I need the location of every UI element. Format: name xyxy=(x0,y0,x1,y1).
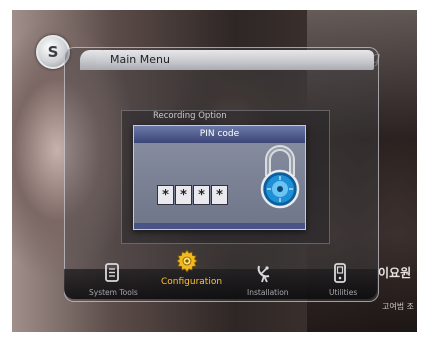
menu-item-installation[interactable]: Installation xyxy=(247,288,289,297)
menu-item-configuration[interactable]: Configuration xyxy=(161,277,222,287)
pin-digit-3[interactable]: * xyxy=(193,185,210,205)
phone-card-icon[interactable] xyxy=(333,263,347,283)
pin-dialog-footer xyxy=(134,223,305,229)
pin-digit-1[interactable]: * xyxy=(157,185,174,205)
background-caption-small: 고여범 조 xyxy=(382,302,414,311)
submenu-label-recording-option[interactable]: Recording Option xyxy=(153,111,227,121)
menu-item-utilities[interactable]: Utilities xyxy=(329,288,357,297)
background-caption: 이요원 xyxy=(378,266,412,280)
padlock-icon xyxy=(260,145,300,209)
gear-icon[interactable] xyxy=(176,249,198,273)
menu-item-system-tools[interactable]: System Tools xyxy=(89,288,138,297)
logo-glyph: S xyxy=(47,43,59,61)
satellite-dish-icon[interactable] xyxy=(256,263,272,283)
pin-digit-2[interactable]: * xyxy=(175,185,192,205)
document-list-icon[interactable] xyxy=(104,263,120,282)
pin-digit-4[interactable]: * xyxy=(211,185,228,205)
menu-title: Main Menu xyxy=(96,50,374,70)
